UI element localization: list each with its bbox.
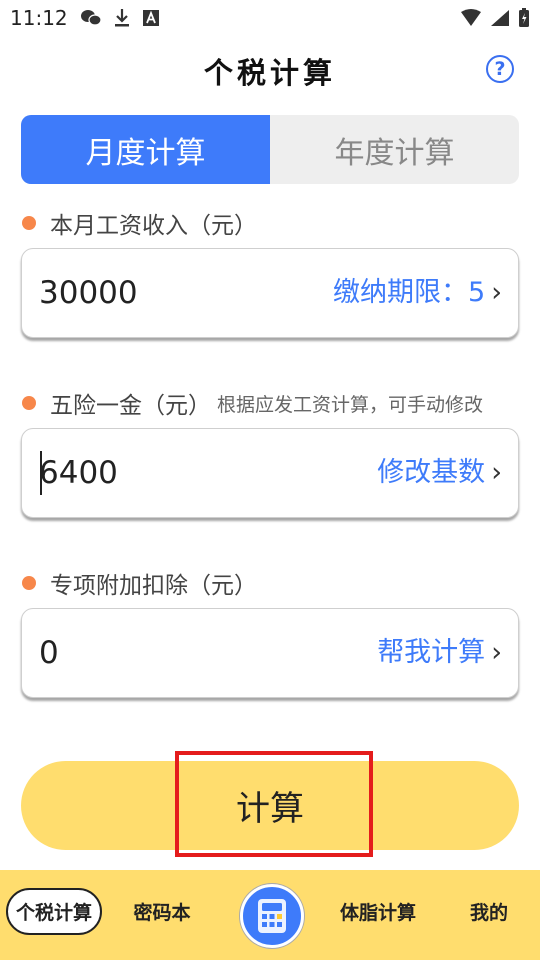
tax-icon: 个税计算 bbox=[5, 887, 102, 935]
insurance-value[interactable]: 6400 bbox=[39, 429, 118, 517]
insurance-label: 五险一金（元） 根据应发工资计算，可手动修改 bbox=[22, 386, 483, 420]
body-fat-icon: 体脂计算 bbox=[339, 901, 416, 924]
insurance-input[interactable]: 6400 修改基数 › bbox=[21, 428, 519, 518]
salary-value[interactable]: 30000 bbox=[39, 249, 138, 337]
status-icons-right bbox=[460, 8, 530, 28]
chevron-right-icon: › bbox=[491, 457, 502, 488]
status-icons-left bbox=[80, 8, 160, 28]
signal-icon bbox=[491, 10, 509, 26]
battery-icon bbox=[519, 8, 529, 27]
deduction-value[interactable]: 0 bbox=[39, 609, 59, 697]
tab-monthly[interactable]: 月度计算 bbox=[21, 115, 270, 184]
salary-label: 本月工资收入（元） bbox=[22, 206, 257, 240]
nav-profile[interactable]: 我的 bbox=[454, 870, 524, 952]
salary-input[interactable]: 30000 缴纳期限：5 › bbox=[21, 248, 519, 338]
nav-body-fat[interactable]: 体脂计算 bbox=[330, 870, 426, 952]
password-book-icon: 密码本 bbox=[133, 901, 191, 924]
nav-password-book[interactable]: 密码本 bbox=[122, 870, 202, 952]
payment-period-label: 缴纳期限：5 bbox=[333, 277, 486, 308]
nav-calculator[interactable] bbox=[240, 884, 304, 948]
status-time: 11:12 bbox=[10, 6, 68, 30]
bullet-dot bbox=[22, 396, 36, 410]
calculator-icon bbox=[258, 899, 286, 933]
deduction-label-text: 专项附加扣除（元） bbox=[50, 573, 257, 599]
deduction-input[interactable]: 0 帮我计算 › bbox=[21, 608, 519, 698]
highlight-box bbox=[175, 751, 373, 857]
modify-base-button[interactable]: 修改基数 › bbox=[377, 429, 502, 517]
salary-label-text: 本月工资收入（元） bbox=[50, 213, 257, 239]
page-title: 个税计算 bbox=[203, 56, 336, 90]
bullet-dot bbox=[22, 576, 36, 590]
wifi-icon bbox=[461, 9, 481, 26]
wechat-icon bbox=[81, 10, 102, 26]
chevron-right-icon: › bbox=[491, 637, 502, 668]
app-notification-icon bbox=[143, 10, 159, 26]
insurance-hint: 根据应发工资计算，可手动修改 bbox=[217, 393, 484, 416]
profile-icon: 我的 bbox=[469, 901, 508, 924]
help-icon[interactable]: ? bbox=[486, 55, 514, 83]
download-icon bbox=[115, 9, 129, 27]
help-me-calculate-label: 帮我计算 bbox=[377, 637, 486, 668]
payment-period-button[interactable]: 缴纳期限：5 › bbox=[333, 249, 502, 337]
insurance-label-text: 五险一金（元） bbox=[50, 393, 211, 419]
bottom-nav: 个税计算 密码本 体脂计算 我的 bbox=[0, 870, 540, 960]
nav-tax-calc[interactable]: 个税计算 bbox=[4, 870, 104, 952]
calc-mode-tabs: 月度计算 年度计算 bbox=[21, 115, 519, 184]
deduction-label: 专项附加扣除（元） bbox=[22, 566, 257, 600]
tab-annual[interactable]: 年度计算 bbox=[270, 115, 519, 184]
bullet-dot bbox=[22, 216, 36, 230]
chevron-right-icon: › bbox=[491, 277, 502, 308]
help-me-calculate-button[interactable]: 帮我计算 › bbox=[377, 609, 502, 697]
status-bar: 11:12 bbox=[0, 0, 540, 38]
modify-base-label: 修改基数 bbox=[377, 457, 486, 488]
